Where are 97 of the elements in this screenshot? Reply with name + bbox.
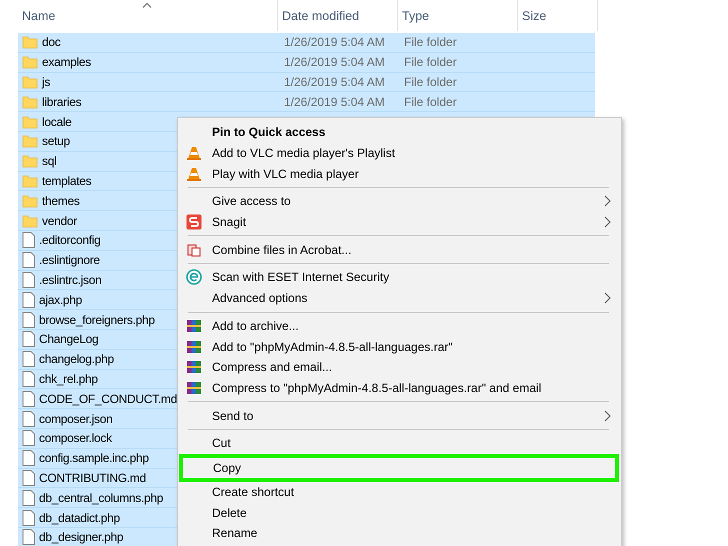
e-circle-icon bbox=[186, 269, 202, 286]
file-name: libraries bbox=[42, 94, 82, 109]
date-cell-text: 1/26/2019 5:04 AM bbox=[283, 74, 386, 89]
menu-item[interactable]: Compress to "phpMyAdmin-4.8.5-all-languages.rar" and email bbox=[178, 378, 621, 398]
file-name: composer.json bbox=[39, 412, 112, 426]
folder-icon bbox=[22, 154, 38, 168]
menu-item[interactable]: Advanced options bbox=[178, 288, 621, 308]
file-name: sql bbox=[42, 154, 56, 168]
file-row[interactable]: libraries 1/26/2019 5:04 AM File folder bbox=[18, 92, 595, 112]
document-stack-icon bbox=[186, 242, 202, 258]
folder-icon bbox=[22, 94, 38, 109]
menu-item[interactable]: Delete bbox=[178, 502, 621, 523]
file-icon bbox=[22, 529, 35, 546]
menu-item[interactable]: Pin to Quick access bbox=[178, 122, 621, 143]
file-icon bbox=[22, 272, 35, 288]
file-name: config.sample.inc.php bbox=[39, 451, 149, 466]
file-name: .editorconfig bbox=[39, 233, 100, 248]
menu-item[interactable]: Add to archive... bbox=[178, 316, 621, 336]
folder-icon bbox=[22, 194, 38, 208]
menu-item[interactable]: Cut bbox=[178, 432, 621, 454]
menu-item[interactable]: Snagit bbox=[178, 212, 621, 232]
file-name: db_datadict.php bbox=[39, 510, 120, 525]
column-title: Type bbox=[402, 9, 430, 23]
file-name: doc bbox=[42, 35, 60, 50]
menu-item[interactable]: Add to "phpMyAdmin-4.8.5-all-languages.rar" bbox=[178, 336, 621, 357]
file-row[interactable]: js 1/26/2019 5:04 AM File folder bbox=[18, 72, 595, 92]
s-letter-icon bbox=[186, 214, 202, 230]
type-cell-text: File folder bbox=[403, 94, 458, 109]
menu-item[interactable]: Combine files in Acrobat... bbox=[178, 239, 621, 260]
file-name: themes bbox=[42, 194, 80, 208]
folder-icon bbox=[22, 214, 38, 228]
file-icon bbox=[22, 370, 35, 387]
date-cell-text: 1/26/2019 5:04 AM bbox=[283, 35, 386, 50]
menu-item[interactable]: Add to VLC media player's Playlist bbox=[178, 142, 621, 164]
menu-item[interactable]: Give access to bbox=[178, 191, 621, 212]
menu-item[interactable]: Compress and email... bbox=[178, 356, 621, 378]
type-cell-text: File folder bbox=[403, 55, 458, 70]
file-name: browse_foreigners.php bbox=[39, 312, 155, 327]
file-icon bbox=[22, 351, 35, 368]
file-name: vendor bbox=[42, 214, 77, 228]
file-icon bbox=[22, 390, 35, 407]
file-icon bbox=[22, 470, 35, 486]
file-icon bbox=[22, 490, 35, 506]
books-icon bbox=[186, 380, 202, 396]
file-icon bbox=[22, 252, 35, 268]
folder-icon bbox=[22, 134, 38, 148]
file-icon bbox=[22, 232, 35, 248]
menu-item[interactable]: Rename bbox=[178, 523, 621, 544]
menu-item[interactable]: Create shortcut bbox=[178, 482, 621, 502]
menu-item[interactable]: Copy bbox=[179, 454, 619, 482]
file-name: .eslintrc.json bbox=[39, 272, 102, 287]
date-cell-text: 1/26/2019 5:04 AM bbox=[283, 55, 386, 70]
file-name: ajax.php bbox=[39, 292, 82, 307]
file-name: changelog.php bbox=[39, 352, 114, 366]
file-icon bbox=[22, 292, 35, 308]
file-icon bbox=[22, 331, 35, 348]
folder-icon bbox=[22, 114, 38, 129]
file-name: CODE_OF_CONDUCT.md bbox=[39, 392, 177, 406]
column-header[interactable]: Date modified bbox=[278, 0, 398, 31]
file-icon bbox=[22, 450, 35, 466]
file-icon bbox=[22, 312, 35, 328]
menu-item[interactable]: Play with VLC media player bbox=[178, 163, 621, 184]
column-title: Date modified bbox=[282, 9, 360, 23]
menu-item[interactable]: Send to bbox=[178, 405, 621, 426]
file-name: .eslintignore bbox=[39, 253, 100, 268]
date-cell-text: 1/26/2019 5:04 AM bbox=[283, 94, 386, 109]
column-header[interactable]: Type bbox=[398, 0, 518, 31]
column-title: Name bbox=[22, 9, 56, 23]
file-row[interactable]: doc 1/26/2019 5:04 AM File folder bbox=[18, 33, 595, 53]
file-name: templates bbox=[42, 174, 92, 188]
file-icon bbox=[22, 510, 35, 526]
file-icon bbox=[22, 430, 35, 446]
file-row[interactable]: examples 1/26/2019 5:04 AM File folder bbox=[18, 52, 595, 73]
file-name: ChangeLog bbox=[39, 332, 98, 346]
file-name: setup bbox=[42, 134, 70, 148]
column-header[interactable]: Size bbox=[518, 0, 598, 31]
file-name: chk_rel.php bbox=[39, 372, 98, 386]
column-title: Size bbox=[522, 9, 546, 23]
type-cell-text: File folder bbox=[403, 35, 458, 50]
folder-icon bbox=[22, 35, 38, 50]
file-name: db_central_columns.php bbox=[39, 490, 164, 505]
type-cell-text: File folder bbox=[403, 74, 458, 89]
file-name: js bbox=[42, 74, 50, 89]
column-header[interactable]: Name bbox=[18, 0, 278, 31]
books-icon bbox=[186, 359, 202, 376]
file-name: db_designer.php bbox=[39, 530, 124, 544]
books-icon bbox=[186, 338, 202, 355]
file-name: CONTRIBUTING.md bbox=[39, 470, 146, 485]
folder-icon bbox=[22, 55, 38, 70]
menu-item[interactable]: Scan with ESET Internet Security bbox=[178, 267, 621, 288]
books-icon bbox=[186, 318, 202, 334]
file-name: composer.lock bbox=[39, 431, 112, 446]
traffic-cone-icon bbox=[186, 145, 202, 162]
file-name: locale bbox=[42, 114, 72, 129]
file-name: examples bbox=[42, 55, 91, 70]
traffic-cone-icon bbox=[186, 166, 202, 182]
file-icon bbox=[22, 410, 35, 427]
